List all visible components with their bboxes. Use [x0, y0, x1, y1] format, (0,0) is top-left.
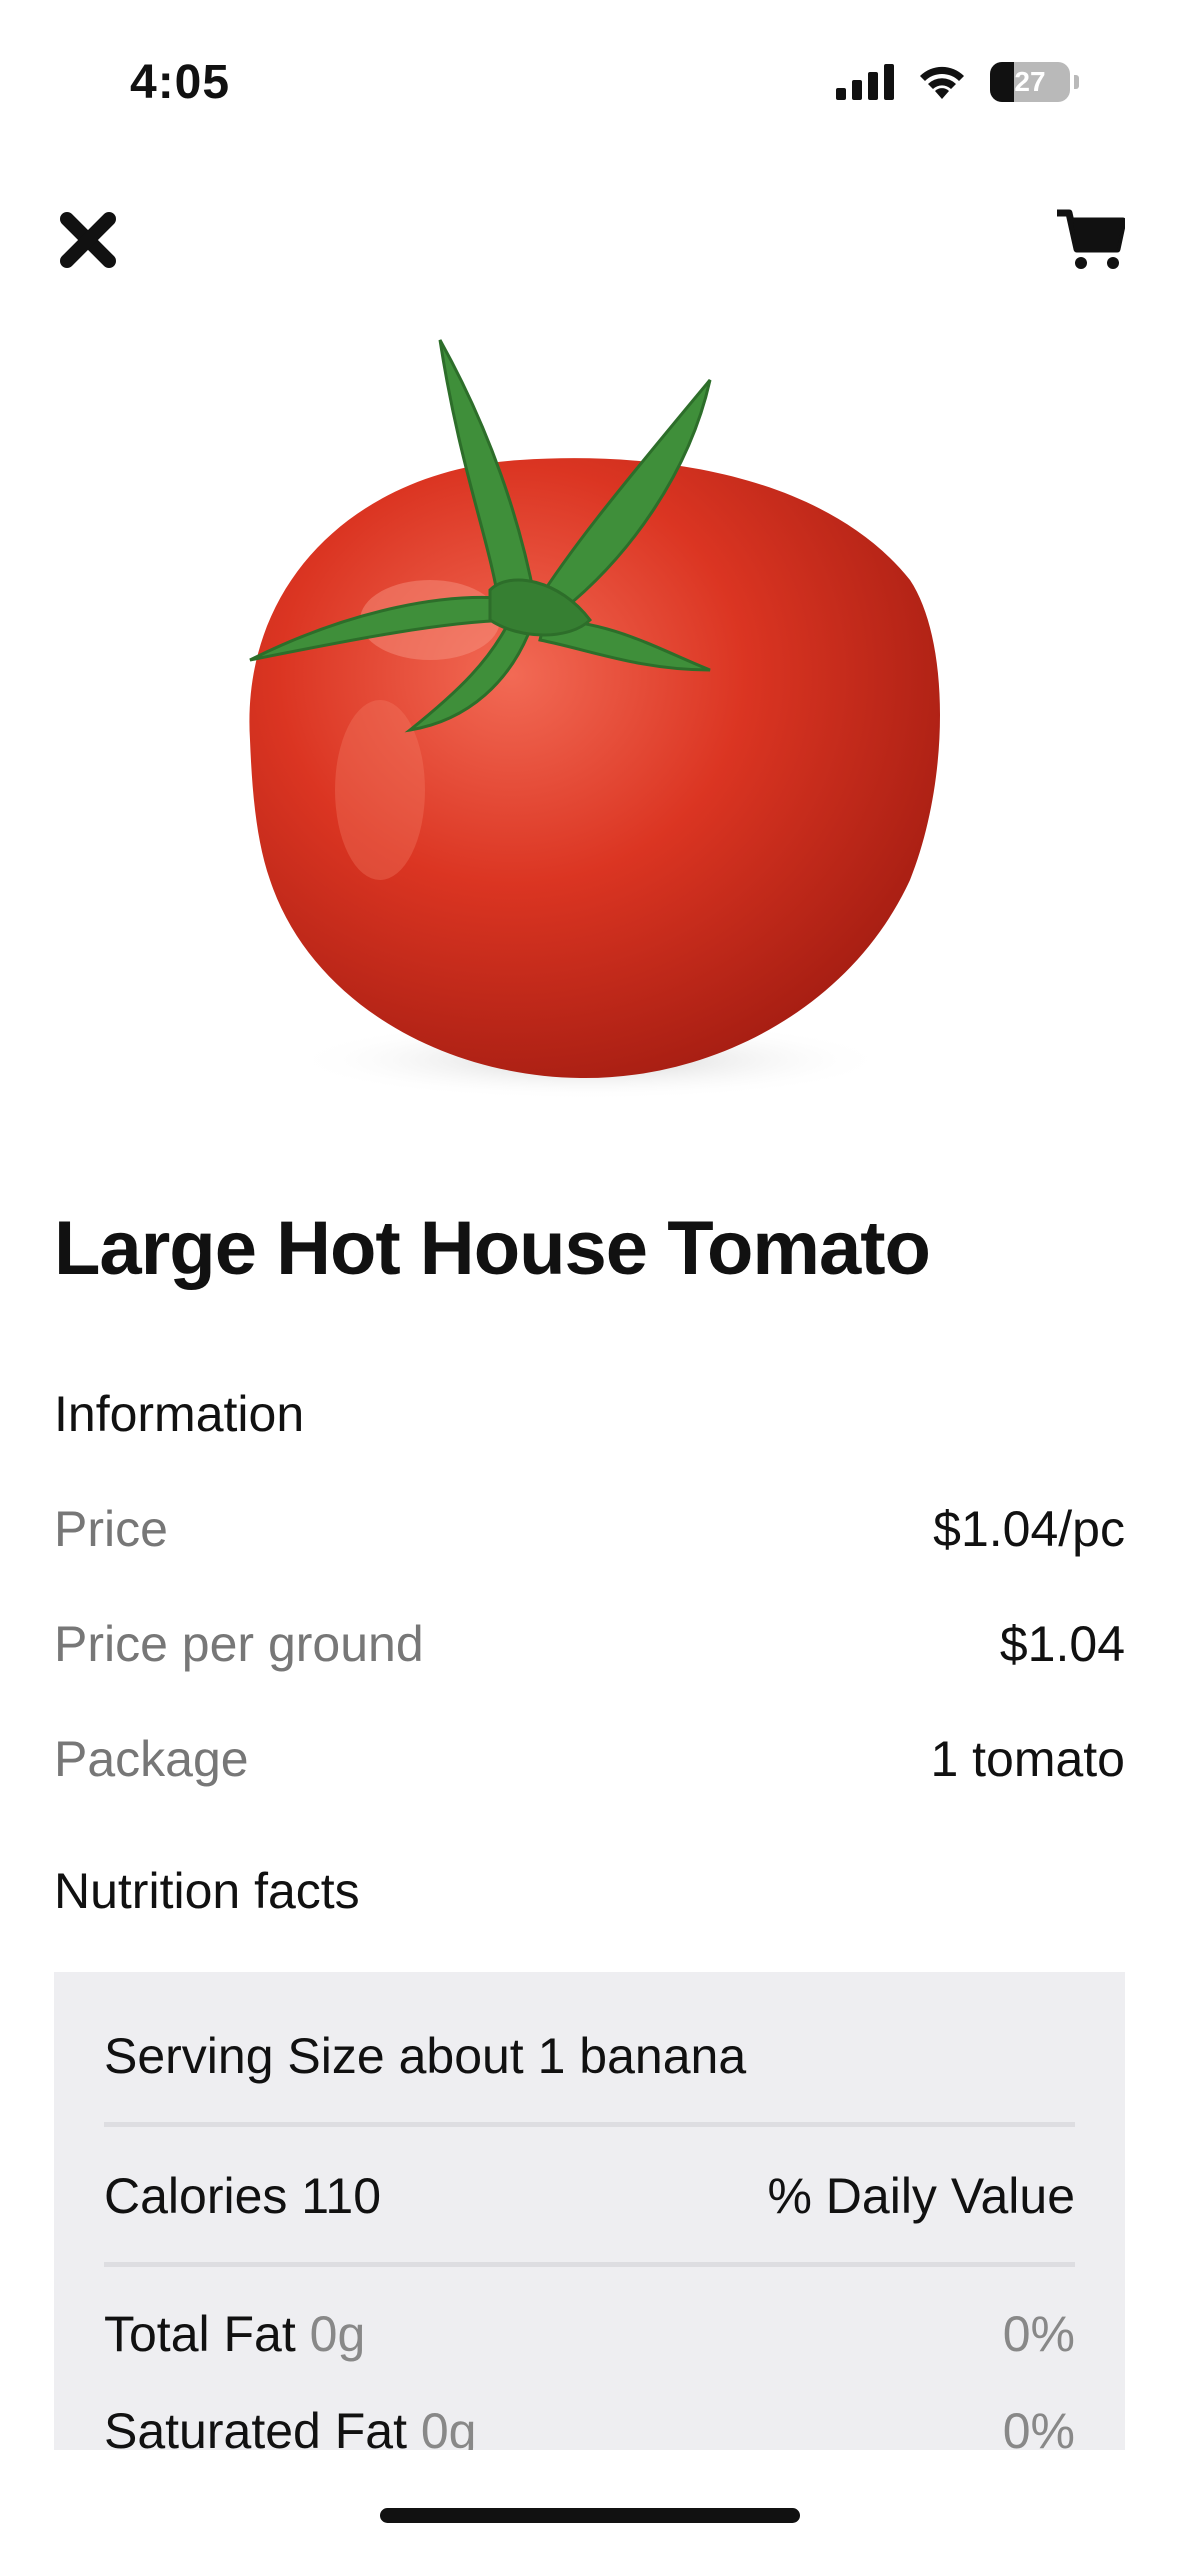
- battery-icon: 27: [990, 62, 1070, 102]
- cart-button[interactable]: [1051, 200, 1131, 280]
- status-time: 4:05: [130, 56, 231, 109]
- nutrition-divider: [104, 2122, 1075, 2127]
- battery-level: 27: [1014, 66, 1046, 97]
- serving-size: Serving Size about 1 banana: [104, 2028, 747, 2084]
- top-bar: [0, 190, 1179, 300]
- product-title: Large Hot House Tomato: [54, 1206, 931, 1291]
- battery-tip: [1074, 75, 1079, 89]
- info-row-price: Price $1.04/pc: [54, 1500, 1125, 1558]
- nutrient-percent: 0%: [1002, 2403, 1075, 2450]
- nutrient-name-line: Saturated Fat 0g: [104, 2402, 477, 2450]
- nutrient-row-total-fat: Total Fat 0g 0%: [104, 2305, 1075, 2363]
- nutrient-percent: 0%: [1002, 2306, 1075, 2362]
- info-label: Price per ground: [54, 1616, 424, 1672]
- info-value: $1.04/pc: [933, 1501, 1125, 1557]
- cart-icon: [1057, 209, 1125, 269]
- information-heading: Information: [54, 1386, 305, 1442]
- info-value: $1.04: [999, 1616, 1125, 1672]
- nutrient-name-line: Total Fat 0g: [104, 2305, 365, 2363]
- status-icons: 27: [836, 62, 1079, 102]
- info-label: Package: [54, 1731, 249, 1787]
- serving-size-row: Serving Size about 1 banana: [104, 2027, 1075, 2085]
- nutrient-row-saturated-fat: Saturated Fat 0g 0%: [104, 2402, 1075, 2450]
- nutrient-name: Total Fat: [104, 2306, 296, 2362]
- calories-row: Calories 110 % Daily Value: [104, 2167, 1075, 2225]
- info-value: 1 tomato: [930, 1731, 1125, 1787]
- tomato-image: [249, 339, 940, 1100]
- nutrient-amount: 0g: [420, 2403, 477, 2450]
- calories: Calories 110: [104, 2168, 382, 2224]
- nutrition-divider: [104, 2262, 1075, 2267]
- nutrient-amount: 0g: [309, 2306, 366, 2362]
- close-icon: [60, 212, 116, 268]
- nutrition-card: Serving Size about 1 banana Calories 110…: [54, 1972, 1125, 2450]
- status-bar: 4:05 27: [0, 0, 1179, 170]
- info-label: Price: [54, 1501, 168, 1557]
- nutrition-heading: Nutrition facts: [54, 1863, 360, 1919]
- cellular-signal-icon: [836, 64, 894, 100]
- wifi-icon: [920, 66, 964, 99]
- nutrient-name: Saturated Fat: [104, 2403, 407, 2450]
- close-button[interactable]: [48, 200, 128, 280]
- info-row-price-per-ground: Price per ground $1.04: [54, 1615, 1125, 1673]
- daily-value-header: % Daily Value: [767, 2168, 1075, 2224]
- info-row-package: Package 1 tomato: [54, 1730, 1125, 1788]
- home-indicator[interactable]: [380, 2508, 800, 2523]
